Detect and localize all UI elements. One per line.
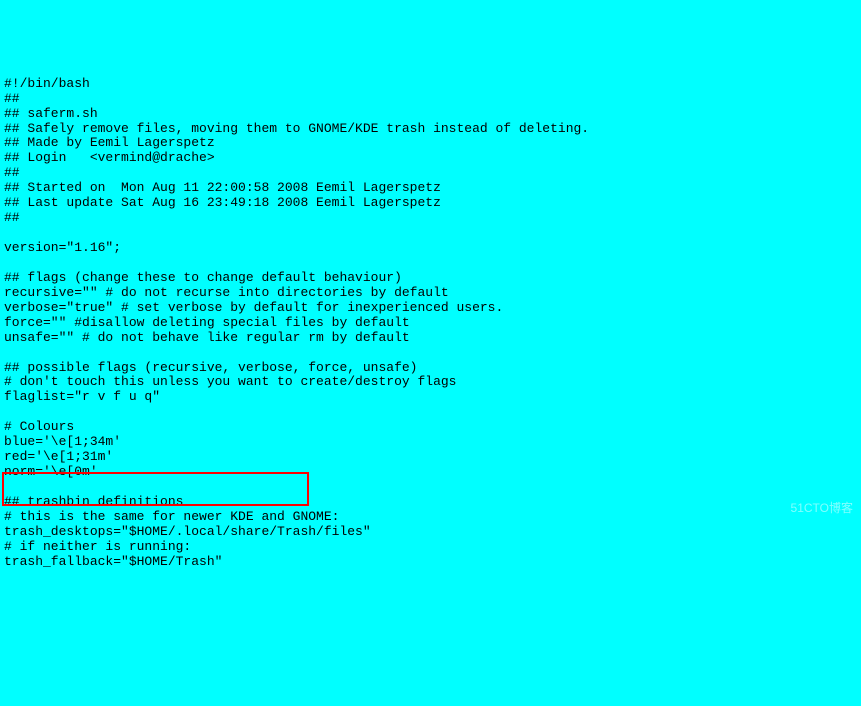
code-line: ## trashbin definitions	[4, 494, 183, 509]
code-line: ## Made by Eemil Lagerspetz	[4, 135, 215, 150]
code-line: verbose="true" # set verbose by default …	[4, 300, 503, 315]
code-line: ## Last update Sat Aug 16 23:49:18 2008 …	[4, 195, 441, 210]
code-block: #!/bin/bash ## ## saferm.sh ## Safely re…	[0, 60, 861, 572]
code-line: red='\e[1;31m'	[4, 449, 113, 464]
code-line: ## Login <vermind@drache>	[4, 150, 215, 165]
code-line: ##	[4, 210, 20, 225]
code-line: force="" #disallow deleting special file…	[4, 315, 410, 330]
code-line: norm='\e[0m'	[4, 464, 98, 479]
code-line: #!/bin/bash	[4, 76, 90, 91]
code-line: flaglist="r v f u q"	[4, 389, 160, 404]
code-line: # Colours	[4, 419, 74, 434]
code-line: ##	[4, 91, 20, 106]
code-line: unsafe="" # do not behave like regular r…	[4, 330, 410, 345]
watermark-text: 51CTO博客	[791, 502, 853, 516]
code-line: # don't touch this unless you want to cr…	[4, 374, 456, 389]
code-line: ## Started on Mon Aug 11 22:00:58 2008 E…	[4, 180, 441, 195]
code-line: trash_fallback="$HOME/Trash"	[4, 554, 222, 569]
code-line: trash_desktops="$HOME/.local/share/Trash…	[4, 524, 371, 539]
code-line: version="1.16";	[4, 240, 121, 255]
code-line: ## possible flags (recursive, verbose, f…	[4, 360, 417, 375]
code-line: ##	[4, 165, 20, 180]
code-line: blue='\e[1;34m'	[4, 434, 121, 449]
code-line: ## Safely remove files, moving them to G…	[4, 121, 589, 136]
code-line: # if neither is running:	[4, 539, 191, 554]
code-line: recursive="" # do not recurse into direc…	[4, 285, 449, 300]
code-line: ## saferm.sh	[4, 106, 98, 121]
code-line: ## flags (change these to change default…	[4, 270, 402, 285]
